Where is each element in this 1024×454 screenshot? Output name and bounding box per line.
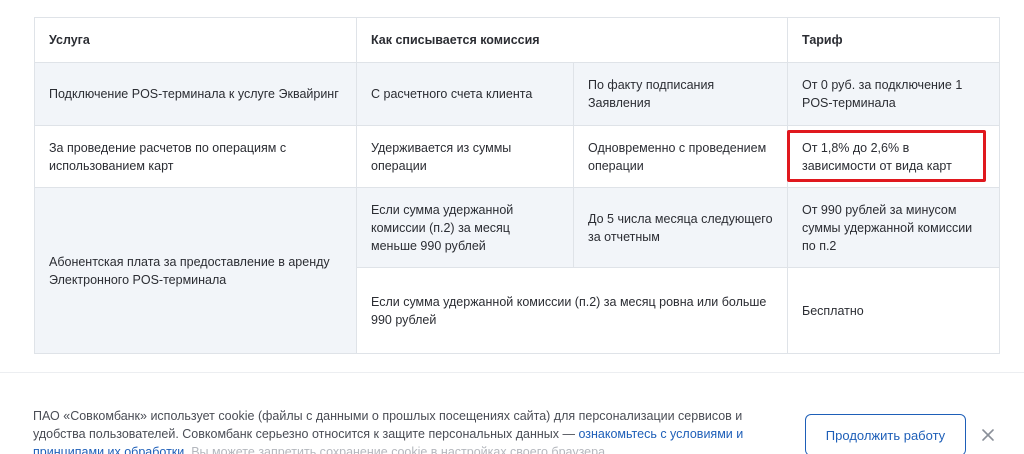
cell-tariff: Бесплатно [787, 267, 1000, 354]
close-button[interactable] [978, 425, 998, 445]
cell-tariff: От 0 руб. за подключение 1 POS-терминала [787, 62, 1000, 126]
cell-timing: По факту подписания Заявления [573, 62, 788, 126]
close-icon [982, 429, 994, 441]
tariff-table: Услуга Как списывается комиссия Тариф По… [34, 17, 1000, 354]
header-service: Услуга [34, 17, 357, 63]
table-header-row: Услуга Как списывается комиссия Тариф [34, 17, 1000, 63]
cell-source: С расчетного счета клиента [356, 62, 574, 126]
table-row: Абонентская плата за предоставление в ар… [34, 187, 1000, 354]
cell-service: Абонентская плата за предоставление в ар… [34, 187, 357, 354]
cell-service: Подключение POS-терминала к услуге Эквай… [34, 62, 357, 126]
cell-tariff: От 1,8% до 2,6% в зависимости от вида ка… [787, 125, 1000, 188]
page: Услуга Как списывается комиссия Тариф По… [0, 0, 1024, 454]
table-row: Подключение POS-терминала к услуге Эквай… [34, 62, 1000, 126]
cookie-text-tail: . Вы можете запретить сохранение cookie … [184, 445, 609, 454]
cell-tariff: От 990 рублей за минусом суммы удержанно… [787, 187, 1000, 268]
cell-source: Удерживается из суммы операции [356, 125, 574, 188]
table-row: За проведение расчетов по операциям с ис… [34, 125, 1000, 188]
cell-timing: До 5 числа месяца следующего за отчетным [573, 187, 788, 268]
cell-timing: Одновременно с проведением операции [573, 125, 788, 188]
header-how-charged: Как списывается комиссия [356, 17, 788, 63]
cell-condition: Если сумма удержанной комиссии (п.2) за … [356, 267, 788, 354]
cell-service: За проведение расчетов по операциям с ис… [34, 125, 357, 188]
cookie-banner: ПАО «Совкомбанк» использует cookie (файл… [0, 373, 1024, 454]
cell-source: Если сумма удержанной комиссии (п.2) за … [356, 187, 574, 268]
header-tariff: Тариф [787, 17, 1000, 63]
cookie-text: ПАО «Совкомбанк» использует cookie (файл… [33, 407, 793, 454]
continue-button[interactable]: Продолжить работу [805, 414, 966, 454]
